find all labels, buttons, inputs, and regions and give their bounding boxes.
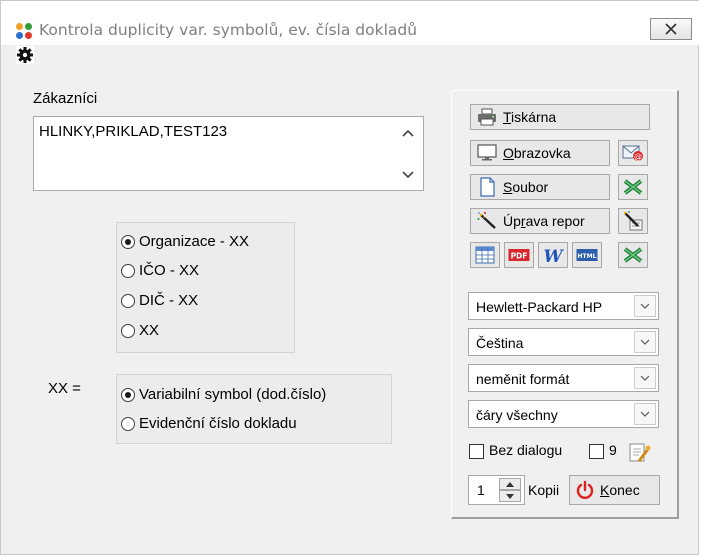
- printer-label: Tiskárna: [503, 109, 557, 125]
- nine-label: 9: [609, 442, 617, 458]
- end-label: Konec: [600, 482, 640, 498]
- radio-label: XX: [139, 322, 160, 339]
- settings-tool-icon[interactable]: [629, 441, 651, 463]
- radio-variabilni-symbol[interactable]: Variabilní symbol (dod.číslo): [121, 386, 326, 403]
- radio-button[interactable]: [121, 323, 135, 338]
- edit-report-label: Úprava repor: [503, 213, 585, 229]
- radio-organizace[interactable]: Organizace - XX: [121, 233, 249, 250]
- chevron-down-icon: [402, 171, 414, 179]
- customers-label: Zákazníci: [33, 90, 98, 107]
- magic-wand-icon: [476, 211, 498, 231]
- no-dialog-checkbox[interactable]: [469, 444, 484, 459]
- close-button[interactable]: [650, 18, 692, 40]
- app-icon: [16, 23, 32, 39]
- export-pdf-button[interactable]: PDF: [504, 242, 534, 268]
- radio-label: Evidenční číslo dokladu: [139, 415, 297, 432]
- chevron-down-icon: [640, 339, 650, 345]
- radio-ico[interactable]: IČO - XX: [121, 262, 199, 279]
- customers-field[interactable]: HLINKY,PRIKLAD,TEST123: [33, 116, 424, 191]
- format-select[interactable]: neměnit formát: [468, 364, 659, 392]
- excel-icon: [623, 247, 643, 263]
- radio-evidencni-cislo[interactable]: Evidenční číslo dokladu: [121, 415, 297, 432]
- dialog-window: Kontrola duplicity var. symbolů, ev. čís…: [0, 0, 700, 555]
- radio-label: Organizace - XX: [139, 233, 250, 250]
- gear-icon[interactable]: [16, 46, 34, 64]
- radio-button[interactable]: [121, 387, 135, 402]
- radio-button[interactable]: [121, 416, 135, 431]
- email-icon: @: [622, 145, 643, 161]
- export-excel-button[interactable]: [618, 242, 648, 268]
- format-select-value: neměnit formát: [476, 371, 570, 387]
- spin-down-button[interactable]: [499, 490, 521, 502]
- svg-text:W: W: [543, 247, 564, 264]
- xx-label: XX =: [48, 380, 81, 397]
- dropdown-arrow[interactable]: [634, 331, 656, 353]
- report-designer-icon: [623, 211, 643, 231]
- dropdown-arrow[interactable]: [634, 403, 656, 425]
- svg-text:@: @: [634, 152, 642, 161]
- spin-up-button[interactable]: [499, 478, 521, 490]
- end-button[interactable]: Konec: [569, 475, 660, 505]
- document-number-radio-group: Variabilní symbol (dod.číslo) Evidenční …: [116, 374, 392, 444]
- no-dialog-label: Bez dialogu: [489, 442, 563, 458]
- printer-button[interactable]: Tiskárna: [470, 104, 650, 130]
- triangle-down-icon: [506, 493, 514, 499]
- triangle-up-icon: [506, 481, 514, 487]
- radio-label: Variabilní symbol (dod.číslo): [139, 386, 327, 403]
- copies-spinner[interactable]: 1: [468, 475, 525, 505]
- excel-export-button[interactable]: [618, 174, 648, 200]
- word-icon: W: [543, 247, 564, 264]
- power-icon: [574, 480, 596, 500]
- file-button[interactable]: Soubor: [470, 174, 610, 200]
- lines-select-value: čáry všechny: [476, 407, 558, 423]
- chevron-down-icon: [640, 375, 650, 381]
- printer-icon: [476, 107, 498, 127]
- edit-report-button[interactable]: Úprava repor: [470, 208, 610, 234]
- svg-text:HTML: HTML: [578, 253, 597, 260]
- language-select[interactable]: Čeština: [468, 328, 659, 356]
- language-select-value: Čeština: [476, 335, 524, 351]
- chevron-down-icon: [640, 303, 650, 309]
- radio-xx[interactable]: XX: [121, 322, 159, 339]
- dropdown-arrow[interactable]: [634, 367, 656, 389]
- customers-value: HLINKY,PRIKLAD,TEST123: [39, 123, 228, 140]
- printer-select[interactable]: Hewlett-Packard HP: [468, 292, 659, 320]
- scroll-up-button[interactable]: [396, 123, 420, 143]
- export-table-button[interactable]: [470, 242, 500, 268]
- radio-label: DIČ - XX: [139, 292, 199, 309]
- email-button[interactable]: @: [618, 140, 648, 166]
- radio-button[interactable]: [121, 234, 135, 249]
- nine-checkbox[interactable]: [589, 444, 604, 459]
- radio-label: IČO - XX: [139, 262, 200, 279]
- html-icon: HTML: [576, 249, 598, 261]
- excel-icon: [623, 179, 643, 195]
- document-icon: [476, 177, 498, 197]
- copies-value: 1: [477, 482, 485, 498]
- copies-label: Kopii: [528, 482, 560, 498]
- radio-dic[interactable]: DIČ - XX: [121, 292, 198, 309]
- title-bar: Kontrola duplicity var. symbolů, ev. čís…: [1, 1, 700, 45]
- pdf-icon: PDF: [508, 249, 530, 261]
- chevron-down-icon: [640, 411, 650, 417]
- table-icon: [475, 246, 495, 264]
- monitor-icon: [476, 143, 498, 163]
- chevron-up-icon: [402, 129, 414, 137]
- scroll-down-button[interactable]: [396, 165, 420, 185]
- identifier-radio-group: Organizace - XX IČO - XX DIČ - XX XX: [116, 222, 295, 353]
- radio-button[interactable]: [121, 263, 135, 278]
- close-icon: [665, 23, 677, 35]
- window-title: Kontrola duplicity var. symbolů, ev. čís…: [39, 21, 418, 39]
- file-label: Soubor: [503, 179, 549, 195]
- svg-text:PDF: PDF: [511, 252, 528, 261]
- dropdown-arrow[interactable]: [634, 295, 656, 317]
- printer-select-value: Hewlett-Packard HP: [476, 299, 603, 315]
- screen-label: Obrazovka: [503, 145, 571, 161]
- designer-button[interactable]: [618, 208, 648, 234]
- screen-button[interactable]: Obrazovka: [470, 140, 610, 166]
- lines-select[interactable]: čáry všechny: [468, 400, 659, 428]
- export-word-button[interactable]: W: [538, 242, 568, 268]
- export-html-button[interactable]: HTML: [572, 242, 602, 268]
- radio-button[interactable]: [121, 293, 135, 308]
